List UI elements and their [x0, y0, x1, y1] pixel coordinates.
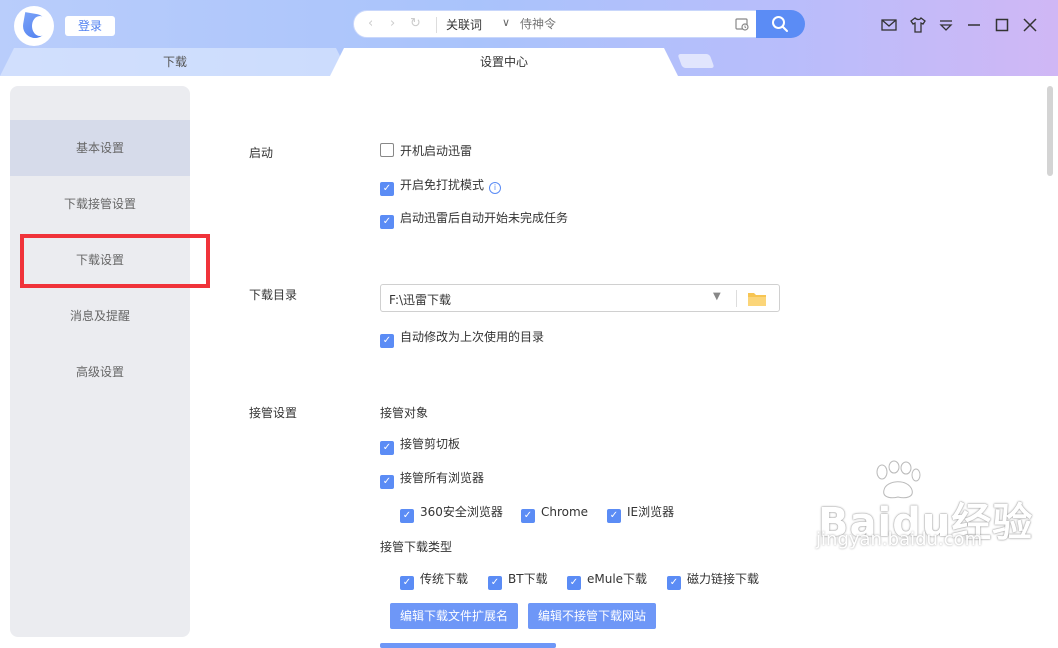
- option-label: 开启免打扰模式: [400, 178, 485, 192]
- browser-option-ie[interactable]: ✓ IE浏览器: [607, 504, 675, 523]
- option-label: 磁力链接下载: [687, 572, 760, 586]
- folder-icon[interactable]: [747, 291, 767, 307]
- menu-icon[interactable]: [937, 16, 955, 34]
- takeover-types-heading: 接管下载类型: [380, 540, 453, 554]
- edit-excluded-sites-button[interactable]: 编辑不接管下载网站: [528, 603, 656, 629]
- type-option-magnet[interactable]: ✓ 磁力链接下载: [667, 571, 760, 590]
- settings-content: 基本设置 下载接管设置 下载设置 消息及提醒 高级设置 启动 开机启动迅雷 ✓ 开…: [0, 76, 1058, 648]
- startup-option-autostart[interactable]: 开机启动迅雷: [380, 143, 472, 159]
- takeover-section-label: 接管设置: [249, 406, 298, 420]
- option-label: 360安全浏览器: [420, 505, 503, 519]
- back-icon[interactable]: ‹: [368, 16, 373, 32]
- option-label: 启动迅雷后自动开始未完成任务: [400, 211, 569, 225]
- close-icon[interactable]: [1021, 16, 1039, 34]
- new-tab-button[interactable]: [677, 54, 715, 68]
- option-label: eMule下载: [587, 572, 648, 586]
- sidebar-item-advanced[interactable]: 高级设置: [10, 344, 190, 400]
- checkbox-unchecked[interactable]: [380, 143, 394, 157]
- app-logo[interactable]: [14, 6, 54, 46]
- search-icon: [772, 16, 788, 32]
- sidebar-item-takeover[interactable]: 下载接管设置: [10, 176, 190, 232]
- checkbox-checked[interactable]: ✓: [400, 509, 414, 523]
- takeover-all-browsers-option[interactable]: ✓ 接管所有浏览器: [380, 470, 485, 489]
- maximize-icon[interactable]: [993, 16, 1011, 34]
- field-divider: [736, 290, 737, 307]
- download-dir-section-label: 下载目录: [249, 288, 298, 302]
- checkbox-checked[interactable]: ✓: [380, 475, 394, 489]
- login-button[interactable]: 登录: [65, 16, 115, 36]
- keyword-select[interactable]: 关联词: [446, 17, 482, 33]
- checkbox-checked[interactable]: ✓: [380, 334, 394, 348]
- vertical-scrollbar[interactable]: [1047, 86, 1053, 176]
- checkbox-checked[interactable]: ✓: [488, 576, 502, 590]
- browser-option-360[interactable]: ✓ 360安全浏览器: [400, 504, 503, 523]
- option-label: 开机启动迅雷: [400, 144, 473, 158]
- search-button[interactable]: [756, 10, 805, 38]
- checkbox-checked[interactable]: ✓: [567, 576, 581, 590]
- type-option-traditional[interactable]: ✓ 传统下载: [400, 571, 469, 590]
- type-option-bt[interactable]: ✓ BT下载: [488, 571, 548, 590]
- minimize-icon[interactable]: [965, 16, 983, 34]
- download-dir-value: F:\迅雷下载: [389, 293, 452, 307]
- settings-sidebar: 基本设置 下载接管设置 下载设置 消息及提醒 高级设置: [10, 86, 190, 637]
- option-label: 传统下载: [420, 572, 469, 586]
- search-input[interactable]: [520, 15, 720, 33]
- checkbox-checked[interactable]: ✓: [380, 215, 394, 229]
- logo-bird-cutout: [32, 16, 48, 36]
- type-option-emule[interactable]: ✓ eMule下载: [567, 571, 648, 590]
- checkbox-checked[interactable]: ✓: [380, 182, 394, 196]
- takeover-clipboard-option[interactable]: ✓ 接管剪切板: [380, 436, 461, 455]
- search-divider: [436, 17, 437, 33]
- checkbox-checked[interactable]: ✓: [521, 509, 535, 523]
- mail-icon[interactable]: [880, 16, 898, 34]
- history-icon[interactable]: [734, 16, 750, 32]
- option-label: 接管剪切板: [400, 437, 461, 451]
- checkbox-checked[interactable]: ✓: [380, 441, 394, 455]
- title-bar: 登录 ‹ › ↻ 关联词 ∨ 下载: [0, 0, 1058, 76]
- startup-option-dnd[interactable]: ✓ 开启免打扰模式 i: [380, 177, 502, 196]
- auto-modify-dir-option[interactable]: ✓ 自动修改为上次使用的目录: [380, 329, 545, 348]
- watermark-url: jingyan.baidu.com: [816, 529, 983, 550]
- option-label: Chrome: [541, 505, 589, 519]
- sidebar-item-basic[interactable]: 基本设置: [10, 120, 190, 176]
- refresh-icon[interactable]: ↻: [410, 16, 421, 32]
- annotation-highlight-box: [20, 234, 210, 288]
- checkbox-checked[interactable]: ✓: [607, 509, 621, 523]
- startup-section-label: 启动: [249, 146, 274, 160]
- startup-option-resume[interactable]: ✓ 启动迅雷后自动开始未完成任务: [380, 210, 569, 229]
- chevron-down-icon[interactable]: ∨: [502, 16, 510, 29]
- option-label: IE浏览器: [627, 505, 675, 519]
- option-label: BT下载: [508, 572, 548, 586]
- option-label: 接管所有浏览器: [400, 471, 485, 485]
- forward-icon[interactable]: ›: [390, 16, 395, 32]
- download-dir-select[interactable]: F:\迅雷下载 ▼: [380, 284, 780, 312]
- checkbox-checked[interactable]: ✓: [667, 576, 681, 590]
- checkbox-checked[interactable]: ✓: [400, 576, 414, 590]
- edit-extensions-button[interactable]: 编辑下载文件扩展名: [390, 603, 518, 629]
- tab-download[interactable]: 下载: [0, 48, 350, 76]
- dropdown-caret-icon[interactable]: ▼: [713, 291, 721, 302]
- tab-strip: 下载 设置中心: [0, 48, 1058, 76]
- sidebar-item-notifications[interactable]: 消息及提醒: [10, 288, 190, 344]
- info-icon[interactable]: i: [489, 182, 502, 194]
- browser-option-chrome[interactable]: ✓ Chrome: [521, 504, 589, 523]
- tab-settings[interactable]: 设置中心: [330, 48, 678, 76]
- search-bar: ‹ › ↻ 关联词 ∨: [353, 10, 757, 38]
- takeover-targets-heading: 接管对象: [380, 406, 429, 420]
- option-label: 自动修改为上次使用的目录: [400, 330, 545, 344]
- skin-icon[interactable]: [909, 16, 927, 34]
- partially-visible-button[interactable]: [380, 643, 556, 648]
